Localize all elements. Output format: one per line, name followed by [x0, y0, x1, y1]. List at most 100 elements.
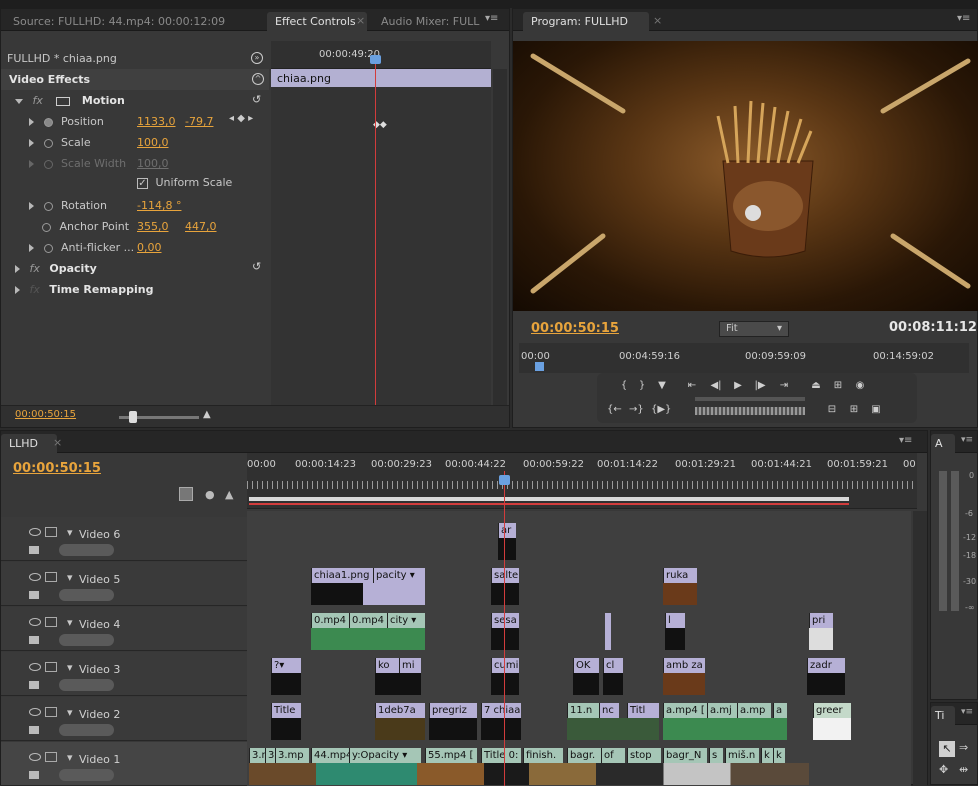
close-icon[interactable]: ×: [53, 436, 62, 449]
track-header-video1[interactable]: ▾ Video 1: [1, 742, 247, 786]
clip[interactable]: greer: [813, 703, 851, 718]
track-header-video4[interactable]: ▾ Video 4: [1, 607, 247, 651]
ec-scrollbar[interactable]: [493, 69, 507, 409]
clip[interactable]: 3.mp: [275, 748, 309, 763]
go-to-in-icon[interactable]: ⇤: [685, 379, 699, 393]
clip[interactable]: 3.n: [249, 748, 265, 763]
track-header-video3[interactable]: ▾ Video 3: [1, 652, 247, 696]
keyframe-slider[interactable]: [59, 589, 114, 601]
stopwatch-icon[interactable]: [43, 138, 53, 148]
clip[interactable]: a: [773, 703, 787, 718]
clip[interactable]: 11.n: [567, 703, 599, 718]
expand-icon[interactable]: [15, 265, 20, 273]
collapse-icon[interactable]: ▾: [67, 526, 73, 539]
eye-icon[interactable]: [29, 528, 41, 536]
tab-effect-controls[interactable]: Effect Controls: [267, 12, 367, 31]
antiflicker-value[interactable]: 0,00: [137, 241, 162, 254]
go-to-prev-edit-icon[interactable]: {←: [607, 403, 622, 417]
expand-icon[interactable]: [29, 139, 34, 147]
clip[interactable]: stop: [627, 748, 661, 763]
ec-playhead[interactable]: [375, 59, 376, 409]
mark-in-icon[interactable]: {: [617, 379, 631, 393]
add-marker-icon[interactable]: ▲: [225, 488, 233, 501]
keyframe-slider[interactable]: [59, 679, 114, 691]
clip[interactable]: ar: [498, 523, 516, 538]
clip[interactable]: cumi: [491, 658, 519, 673]
display-style-icon[interactable]: [29, 726, 39, 734]
motion-row[interactable]: fx Motion: [1, 90, 263, 111]
work-area-bar[interactable]: [249, 497, 849, 501]
clip[interactable]: city ▾: [387, 613, 425, 628]
rolling-edit-tool-icon[interactable]: ⇹: [959, 763, 968, 776]
program-video-frame[interactable]: [513, 41, 978, 311]
clip-body[interactable]: [311, 628, 425, 650]
keyframe-slider[interactable]: [59, 634, 114, 646]
marker-icon[interactable]: ▼: [655, 379, 669, 393]
clip[interactable]: of: [601, 748, 625, 763]
panel-menu-icon[interactable]: ▾≡: [961, 435, 973, 445]
track-select-tool-icon[interactable]: ⇒: [959, 741, 968, 754]
clip[interactable]: 1deb7a: [375, 703, 425, 718]
motion-transform-icon[interactable]: [56, 96, 71, 106]
ec-playhead-marker-icon[interactable]: [370, 55, 381, 64]
expand-icon[interactable]: [15, 286, 20, 294]
clip-body[interactable]: [663, 718, 787, 740]
timeline-scrollbar[interactable]: [913, 511, 927, 786]
timeline-current-time[interactable]: 00:00:50:15: [13, 461, 101, 476]
reset-icon[interactable]: ↺: [252, 260, 261, 273]
collapse-icon[interactable]: ▾: [67, 616, 73, 629]
go-to-out-icon[interactable]: ⇥: [777, 379, 791, 393]
clip[interactable]: 3: [265, 748, 275, 763]
program-current-time[interactable]: 00:00:50:15: [531, 321, 619, 336]
zoom-in-icon[interactable]: ▲: [203, 409, 211, 420]
export-frame-icon[interactable]: ◉: [853, 379, 867, 393]
collapse-icon[interactable]: ▾: [67, 571, 73, 584]
mark-out-icon[interactable]: }: [635, 379, 649, 393]
sync-lock-icon[interactable]: [45, 572, 57, 582]
clip[interactable]: Title 0:: [481, 748, 521, 763]
clip[interactable]: Titl: [627, 703, 659, 718]
clip[interactable]: ko: [375, 658, 399, 673]
clip[interactable]: amb za: [663, 658, 705, 673]
clip[interactable]: k: [773, 748, 785, 763]
anchor-x-value[interactable]: 355,0: [137, 220, 169, 233]
step-back-icon[interactable]: ◀|: [709, 379, 723, 393]
sync-lock-icon[interactable]: [45, 662, 57, 672]
jog-wheel[interactable]: [695, 407, 805, 415]
clip[interactable]: a.mj: [707, 703, 737, 718]
trim-monitor-icon[interactable]: ⊟: [825, 403, 839, 417]
track-header-video6[interactable]: ▾ Video 6: [1, 517, 247, 561]
expand-icon[interactable]: [29, 244, 34, 252]
tab-audio-mixer[interactable]: Audio Mixer: FULL: [373, 12, 483, 31]
clip[interactable]: bagr_N: [663, 748, 707, 763]
tab-audio-meters[interactable]: A: [931, 434, 955, 453]
play-icon[interactable]: ▶: [731, 379, 745, 393]
clip[interactable]: Title: [271, 703, 301, 718]
collapse-icon[interactable]: ▾: [67, 706, 73, 719]
opacity-row[interactable]: fx Opacity: [1, 258, 263, 279]
ec-ruler[interactable]: [271, 41, 491, 69]
clip-body[interactable]: [249, 763, 809, 785]
keyframe-nav-icon[interactable]: ◂ ◆ ▸: [229, 113, 253, 124]
clip[interactable]: k: [761, 748, 773, 763]
clip[interactable]: 55.mp4 [: [425, 748, 477, 763]
clip[interactable]: s: [709, 748, 723, 763]
clip[interactable]: pacity ▾: [373, 568, 425, 583]
stopwatch-icon[interactable]: [42, 222, 51, 232]
sync-lock-icon[interactable]: [45, 617, 57, 627]
tab-program[interactable]: Program: FULLHD: [523, 12, 649, 31]
tab-source[interactable]: Source: FULLHD: 44.mp4: 00:00:12:09: [5, 12, 255, 31]
clip[interactable]: pregriz: [429, 703, 477, 718]
clip[interactable]: mi: [399, 658, 421, 673]
reset-icon[interactable]: ↺: [252, 93, 261, 106]
checkmark-icon[interactable]: ✓: [137, 177, 148, 189]
close-icon[interactable]: ×: [356, 14, 365, 27]
stopwatch-icon[interactable]: [43, 201, 53, 211]
panel-menu-icon[interactable]: ▾≡: [957, 13, 970, 24]
clip[interactable]: ruka: [663, 568, 697, 583]
ripple-edit-tool-icon[interactable]: ✥: [939, 763, 948, 776]
step-forward-icon[interactable]: |▶: [753, 379, 767, 393]
uniform-scale-checkbox[interactable]: ✓ Uniform Scale: [137, 176, 267, 192]
rotation-value[interactable]: -114,8 °: [137, 199, 181, 212]
clip[interactable]: chiaa1.png: [311, 568, 373, 583]
